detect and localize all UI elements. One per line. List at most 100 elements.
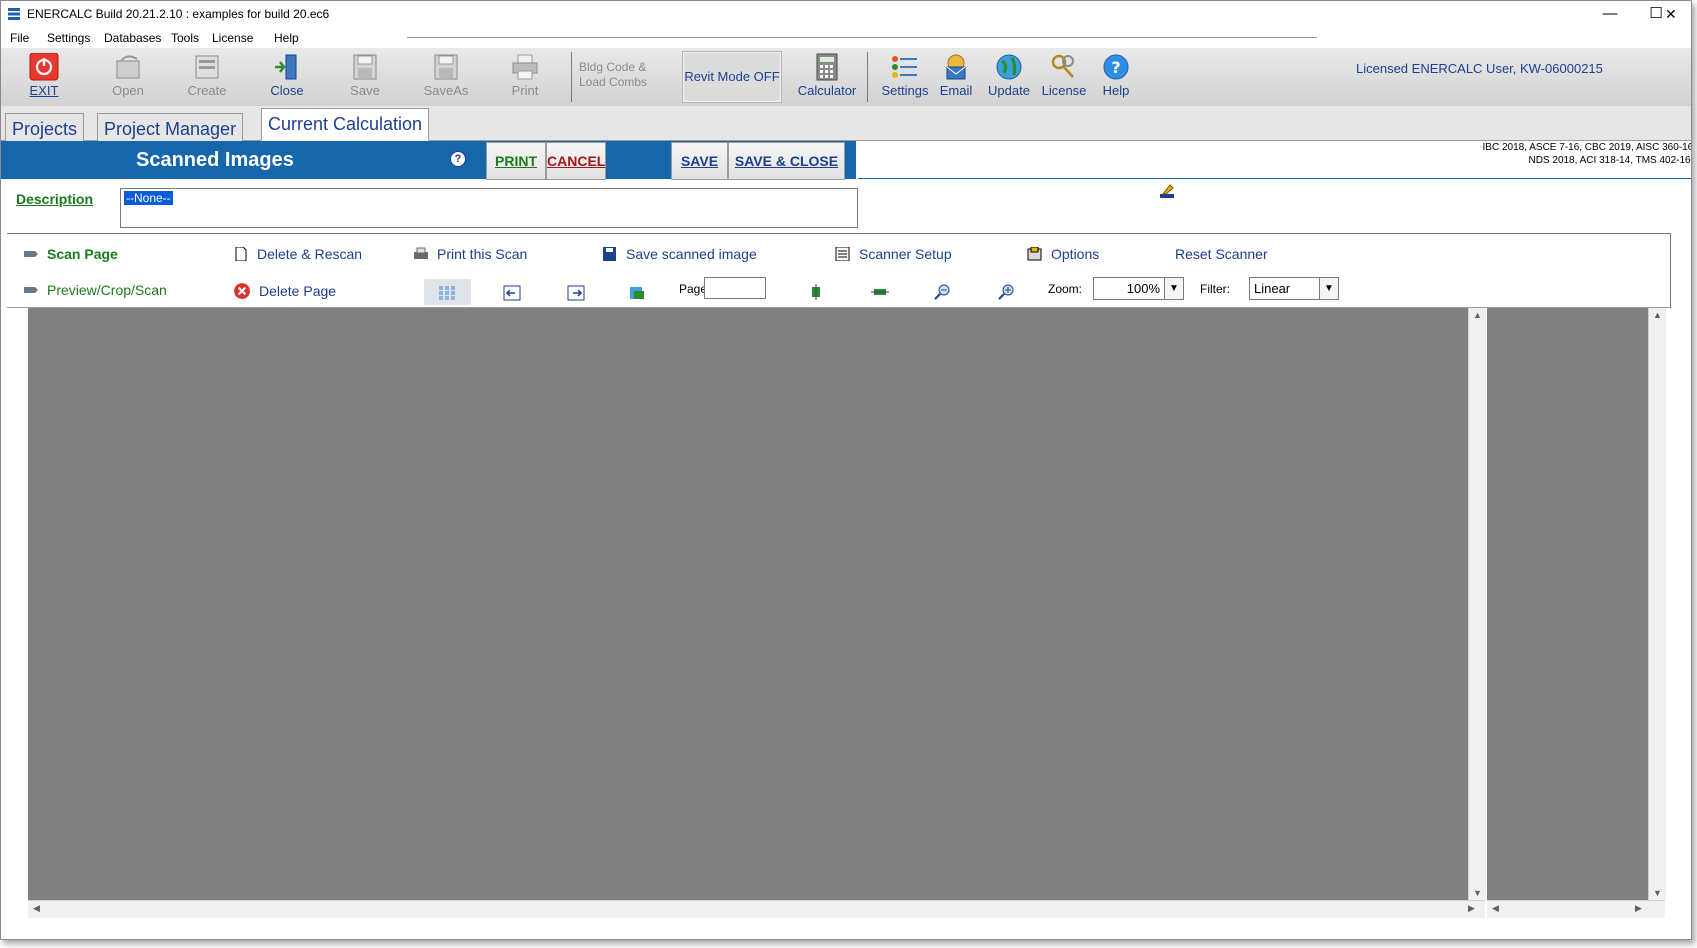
save-image-button[interactable]: Save scanned image bbox=[602, 246, 757, 262]
thumb-scroll-down-icon[interactable]: ▼ bbox=[1649, 888, 1666, 898]
reset-scanner-button[interactable]: Reset Scanner bbox=[1175, 246, 1268, 262]
scroll-left-arrow-icon[interactable]: ◀ bbox=[28, 903, 45, 914]
print-toolbar-button[interactable]: Print bbox=[490, 51, 560, 103]
zoom-select[interactable]: 100% ▼ bbox=[1093, 277, 1184, 300]
settings-list-icon bbox=[892, 56, 917, 78]
exit-button[interactable]: EXIT bbox=[9, 51, 79, 103]
fit-width-icon[interactable] bbox=[871, 284, 889, 300]
help-label: Help bbox=[1102, 83, 1130, 98]
licensed-user-text: Licensed ENERCALC User, KW-06000215 bbox=[1356, 61, 1603, 76]
save-disk-icon bbox=[603, 247, 616, 261]
app-window: ENERCALC Build 20.21.2.10 : examples for… bbox=[0, 0, 1692, 940]
menu-bar: File Settings Databases Tools License He… bbox=[1, 28, 1691, 48]
scroll-down-arrow-icon[interactable]: ▼ bbox=[1469, 888, 1486, 898]
scanner-setup-button[interactable]: Scanner Setup bbox=[835, 246, 952, 262]
edit-pen-icon[interactable] bbox=[1158, 182, 1176, 200]
scan-page-button[interactable]: Scan Page bbox=[23, 246, 118, 262]
crop-image-icon[interactable] bbox=[628, 285, 646, 301]
toolbar-separator bbox=[571, 52, 572, 102]
scan-viewer[interactable] bbox=[28, 308, 1468, 900]
print-scan-button[interactable]: Print this Scan bbox=[413, 246, 527, 262]
blank-page-icon bbox=[235, 247, 247, 261]
create-label: Create bbox=[187, 83, 227, 98]
bldg-code-button[interactable]: Bldg Code & Load Combs bbox=[579, 60, 674, 90]
description-field[interactable]: --None-- bbox=[120, 188, 858, 228]
menu-tools[interactable]: Tools bbox=[171, 31, 199, 45]
menu-help[interactable]: Help bbox=[274, 31, 299, 45]
calculator-icon bbox=[816, 53, 838, 81]
save-toolbar-button[interactable]: Save bbox=[330, 51, 400, 103]
thumbnail-horizontal-scrollbar[interactable]: ◀ ▶ bbox=[1487, 900, 1665, 918]
calc-help-icon[interactable]: ? bbox=[450, 151, 466, 167]
scan-arrow-icon bbox=[24, 251, 38, 257]
thumb-scroll-right-icon[interactable]: ▶ bbox=[1630, 903, 1647, 914]
globe-update-icon bbox=[996, 54, 1022, 80]
thumb-scroll-up-icon[interactable]: ▲ bbox=[1649, 310, 1666, 320]
tab-project-manager[interactable]: Project Manager bbox=[97, 113, 244, 141]
rotate-right-icon[interactable] bbox=[567, 285, 585, 301]
exit-label: EXIT bbox=[29, 83, 59, 98]
cancel-button[interactable]: CANCEL bbox=[546, 142, 606, 180]
filter-label: Filter: bbox=[1200, 282, 1230, 296]
close-door-icon bbox=[275, 54, 297, 80]
open-folder-icon bbox=[116, 55, 140, 79]
delete-page-button[interactable]: Delete Page bbox=[233, 282, 336, 300]
close-window-icon[interactable]: ✕ bbox=[1665, 6, 1677, 23]
saveas-disk-icon bbox=[434, 54, 458, 80]
viewer-horizontal-scrollbar[interactable]: ◀ ▶ bbox=[28, 900, 1485, 918]
menu-file[interactable]: File bbox=[10, 31, 29, 45]
floppy-disk-icon bbox=[353, 54, 377, 80]
saveas-button[interactable]: SaveAs bbox=[411, 51, 481, 103]
tab-projects[interactable]: Projects bbox=[5, 113, 85, 141]
zoom-label: Zoom: bbox=[1048, 282, 1083, 296]
preview-crop-scan-button[interactable]: Preview/Crop/Scan bbox=[23, 282, 167, 298]
options-button[interactable]: Options bbox=[1027, 246, 1099, 262]
minimize-button[interactable]: — bbox=[1587, 1, 1633, 27]
print-scan-icon bbox=[414, 247, 428, 259]
building-code-note: IBC 2018, ASCE 7-16, CBC 2019, AISC 360-… bbox=[1482, 142, 1692, 166]
delete-rescan-button[interactable]: Delete & Rescan bbox=[233, 246, 362, 262]
thumbnail-vertical-scrollbar[interactable]: ▲ ▼ bbox=[1648, 308, 1666, 900]
tab-current-calculation[interactable]: Current Calculation bbox=[261, 108, 430, 141]
print-scan-label: Print this Scan bbox=[437, 246, 528, 262]
save-close-button[interactable]: SAVE & CLOSE bbox=[728, 142, 845, 180]
save-image-label: Save scanned image bbox=[626, 246, 757, 262]
rotate-left-icon[interactable] bbox=[503, 285, 521, 301]
options-label: Options bbox=[1051, 246, 1100, 262]
zoom-dropdown-icon[interactable]: ▼ bbox=[1164, 278, 1183, 299]
svg-text:?: ? bbox=[1111, 58, 1120, 77]
description-link[interactable]: Description bbox=[16, 191, 93, 207]
revit-mode-button[interactable]: Revit Mode OFF bbox=[682, 51, 782, 103]
viewer-vertical-scrollbar[interactable]: ▲ ▼ bbox=[1468, 308, 1486, 900]
print-calc-button[interactable]: PRINT bbox=[486, 142, 546, 180]
open-button[interactable]: Open bbox=[93, 51, 163, 103]
power-icon bbox=[29, 53, 59, 81]
window-title: ENERCALC Build 20.21.2.10 : examples for… bbox=[27, 7, 330, 21]
filter-value: Linear bbox=[1254, 281, 1291, 296]
close-label: Close bbox=[270, 83, 304, 98]
thumbnail-pane[interactable] bbox=[1487, 308, 1648, 900]
filter-select[interactable]: Linear ▼ bbox=[1249, 277, 1339, 300]
calculator-button[interactable]: Calculator bbox=[792, 51, 862, 103]
print-toolbar-label: Print bbox=[511, 83, 539, 98]
scroll-right-arrow-icon[interactable]: ▶ bbox=[1463, 903, 1480, 914]
menu-settings[interactable]: Settings bbox=[47, 31, 90, 45]
scroll-up-arrow-icon[interactable]: ▲ bbox=[1469, 310, 1486, 320]
title-bar: ENERCALC Build 20.21.2.10 : examples for… bbox=[1, 1, 1691, 27]
save-calc-button[interactable]: SAVE bbox=[671, 142, 728, 180]
zoom-in-icon[interactable] bbox=[998, 284, 1016, 300]
create-button[interactable]: Create bbox=[172, 51, 242, 103]
menu-license[interactable]: License bbox=[212, 31, 253, 45]
help-button[interactable]: ? Help bbox=[1083, 51, 1149, 103]
save-toolbar-label: Save bbox=[350, 83, 380, 98]
page-number-input[interactable] bbox=[704, 277, 766, 299]
zoom-out-icon[interactable] bbox=[934, 284, 952, 300]
close-button[interactable]: Close bbox=[252, 51, 322, 103]
scan-page-label: Scan Page bbox=[47, 246, 118, 262]
menu-databases[interactable]: Databases bbox=[104, 31, 161, 45]
preview-label: Preview/Crop/Scan bbox=[47, 282, 167, 298]
thumb-scroll-left-icon[interactable]: ◀ bbox=[1487, 903, 1504, 914]
fit-height-icon[interactable] bbox=[807, 284, 825, 300]
filter-dropdown-icon[interactable]: ▼ bbox=[1319, 278, 1338, 299]
scanner-setup-label: Scanner Setup bbox=[859, 246, 952, 262]
